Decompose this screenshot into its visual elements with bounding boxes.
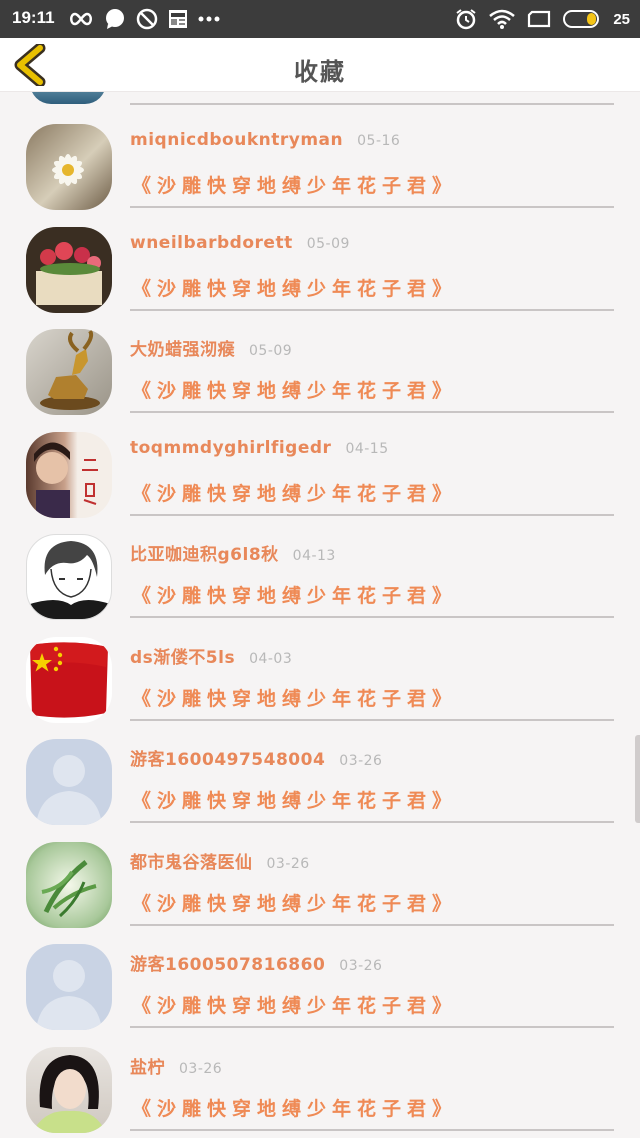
item-book-title: 《沙雕快穿地缚少年花子君》: [132, 995, 458, 1017]
avatar: [26, 124, 112, 210]
list-item-partial: [0, 92, 640, 106]
avatar: [26, 1046, 112, 1133]
favorites-list: miqnicdboukntryman 05-16 《沙雕快穿地缚少年花子君》 wn…: [0, 92, 640, 1138]
item-book-title: 《沙雕快穿地缚少年花子君》: [132, 1097, 458, 1120]
divider: [130, 513, 614, 516]
list-item[interactable]: 游客1600497548004 03-26 《沙雕快穿地缚少年花子君》: [0, 737, 640, 840]
avatar: [26, 841, 112, 928]
username-text: 游客1600507816860: [130, 955, 326, 975]
item-book-title: 《沙雕快穿地缚少年花子君》: [132, 585, 458, 607]
item-username: 盐柠 03-26: [130, 1053, 222, 1078]
list-item[interactable]: 游客1600507816860 03-26 《沙雕快穿地缚少年花子君》: [0, 942, 640, 1045]
item-date: 05-09: [249, 343, 293, 359]
avatar: [26, 534, 112, 620]
item-date: 03-26: [339, 958, 383, 974]
do-not-disturb-icon: [136, 8, 158, 30]
avatar: [26, 636, 112, 723]
status-left-icons: [68, 7, 220, 31]
divider: [130, 206, 614, 208]
item-book-title: 《沙雕快穿地缚少年花子君》: [132, 175, 458, 197]
item-date: 04-15: [345, 440, 389, 457]
list-item[interactable]: toqmmdyghirlfigedr 04-15 《沙雕快穿地缚少年花子君》: [0, 430, 640, 533]
status-time: 19:11: [12, 8, 55, 27]
divider: [130, 1128, 614, 1131]
list-item[interactable]: 比亚咖迪积g6l8秋 04-13 《沙雕快穿地缚少年花子君》: [0, 532, 640, 635]
avatar: [30, 92, 106, 104]
screen-icon: [528, 10, 551, 28]
list-item[interactable]: ds渐偻不5ls 04-03 《沙雕快穿地缚少年花子君》: [0, 635, 640, 738]
username-text: toqmmdyghirlfigedr: [130, 437, 332, 458]
username-text: 大奶蜡强沏瘊: [130, 340, 235, 360]
item-username: wneilbarbdorett 05-09: [130, 233, 350, 253]
item-username: ds渐偻不5ls 04-03: [130, 643, 292, 668]
username-text: miqnicdboukntryman: [130, 130, 344, 150]
username-text: 盐柠: [130, 1057, 165, 1078]
avatar: [26, 329, 112, 415]
divider: [130, 411, 614, 413]
item-book-title: 《沙雕快穿地缚少年花子君》: [132, 687, 458, 710]
username-text: wneilbarbdorett: [130, 232, 293, 253]
divider: [130, 616, 614, 618]
alarm-icon: [456, 9, 476, 30]
divider: [130, 1026, 614, 1028]
chat-bubble-icon: [106, 9, 124, 29]
list-item[interactable]: wneilbarbdorett 05-09 《沙雕快穿地缚少年花子君》: [0, 225, 640, 328]
list-item[interactable]: 盐柠 03-26 《沙雕快穿地缚少年花子君》: [0, 1045, 640, 1138]
username-text: 比亚咖迪积g6l8秋: [130, 545, 279, 565]
divider: [130, 718, 614, 721]
avatar: [26, 739, 112, 825]
item-book-title: 《沙雕快穿地缚少年花子君》: [132, 277, 458, 300]
infinity-icon: [70, 12, 92, 26]
item-username: 大奶蜡强沏瘊 05-09: [130, 335, 292, 360]
status-right-icons: 25: [455, 7, 630, 31]
item-date: 05-16: [357, 133, 401, 149]
item-date: 03-26: [179, 1060, 223, 1077]
avatar: [26, 944, 112, 1030]
divider: [130, 923, 614, 926]
item-username: miqnicdboukntryman 05-16: [130, 130, 400, 150]
item-username: 比亚咖迪积g6l8秋 04-13: [130, 540, 336, 565]
wifi-icon: [489, 9, 516, 29]
item-date: 04-03: [249, 650, 293, 667]
battery-icon: [563, 10, 600, 28]
item-date: 05-09: [306, 235, 350, 252]
item-username: toqmmdyghirlfigedr 04-15: [130, 438, 389, 458]
divider: [130, 821, 614, 823]
item-date: 04-13: [292, 548, 336, 564]
battery-level: 25: [613, 10, 630, 28]
news-icon: [169, 10, 187, 28]
username-text: 都市鬼谷落医仙: [130, 852, 253, 873]
item-book-title: 《沙雕快穿地缚少年花子君》: [132, 892, 458, 915]
item-username: 游客1600507816860 03-26: [130, 950, 382, 975]
item-book-title: 《沙雕快穿地缚少年花子君》: [132, 380, 458, 402]
page-title: 收藏: [294, 58, 346, 86]
list-item[interactable]: 大奶蜡强沏瘊 05-09 《沙雕快穿地缚少年花子君》: [0, 327, 640, 430]
avatar: [26, 226, 112, 313]
avatar: [26, 431, 112, 518]
username-text: ds渐偻不5ls: [130, 647, 236, 668]
more-icon: [198, 16, 220, 22]
header: 收藏: [0, 38, 640, 92]
item-date: 03-26: [339, 753, 383, 769]
list-item[interactable]: 都市鬼谷落医仙 03-26 《沙雕快穿地缚少年花子君》: [0, 840, 640, 943]
item-book-title: 《沙雕快穿地缚少年花子君》: [132, 482, 458, 505]
item-username: 游客1600497548004 03-26: [130, 745, 382, 770]
username-text: 游客1600497548004: [130, 750, 326, 770]
scrollbar-handle[interactable]: [635, 735, 640, 823]
item-date: 03-26: [266, 855, 310, 872]
item-book-title: 《沙雕快穿地缚少年花子君》: [132, 790, 458, 812]
divider: [130, 308, 614, 311]
item-username: 都市鬼谷落医仙 03-26: [130, 848, 310, 873]
list-item[interactable]: miqnicdboukntryman 05-16 《沙雕快穿地缚少年花子君》: [0, 122, 640, 225]
divider: [130, 103, 614, 105]
status-bar: 19:11 25: [0, 0, 640, 38]
